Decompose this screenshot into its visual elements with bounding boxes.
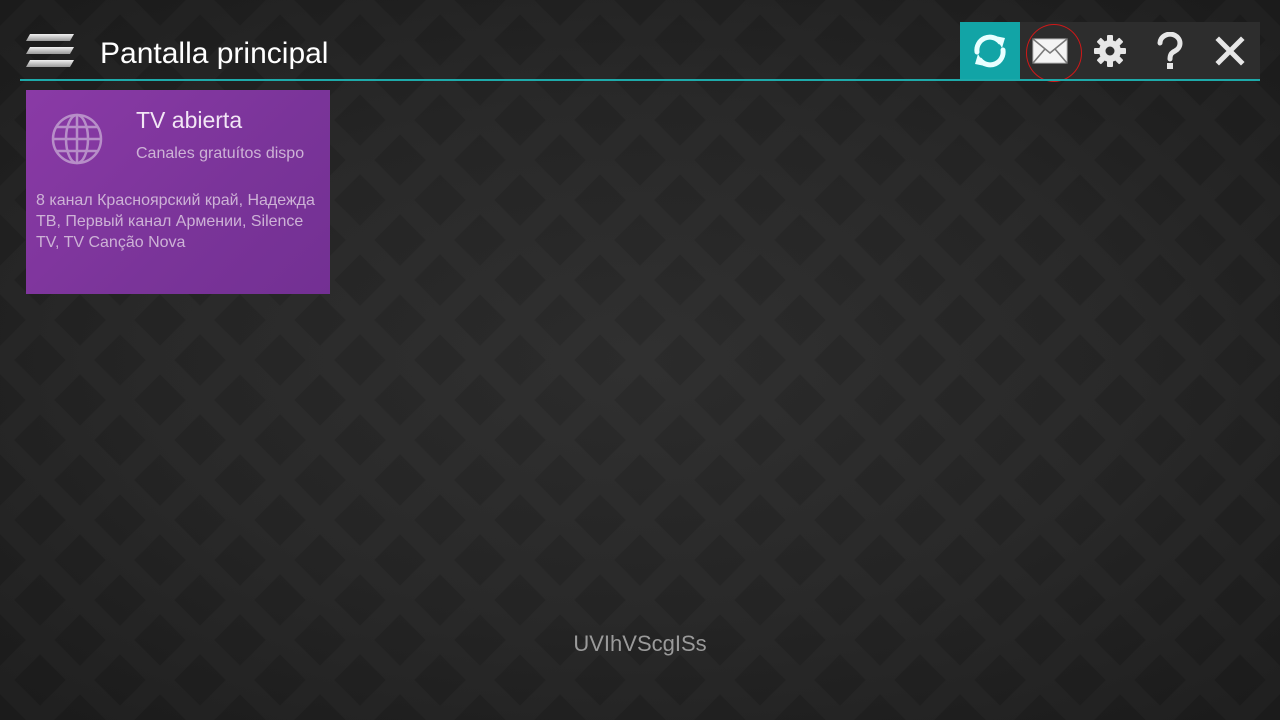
menu-icon[interactable] [24,32,76,70]
tile-tv-abierta[interactable]: TV abierta Canales gratuítos dispo 8 кан… [26,90,330,294]
refresh-icon [971,32,1009,70]
question-icon [1155,32,1185,70]
tile-subtitle: Canales gratuítos dispo [136,145,305,162]
tile-description: 8 канал Красноярский край, Надежда ТВ, П… [36,192,315,251]
footer-code: UVIhVScgISs [573,631,707,656]
settings-button[interactable] [1080,22,1140,80]
messages-button[interactable] [1020,22,1080,80]
close-button[interactable] [1200,22,1260,80]
help-button[interactable] [1140,22,1200,80]
header-divider [20,79,1260,81]
gear-icon [1092,33,1128,69]
globe-icon [50,112,104,166]
page-title: Pantalla principal [100,37,329,70]
close-icon [1215,36,1245,66]
toolbar [960,22,1260,82]
header-bar: Pantalla principal [20,22,1260,82]
refresh-button[interactable] [960,22,1020,80]
tile-title: TV abierta [136,107,243,133]
envelope-icon [1031,36,1069,66]
